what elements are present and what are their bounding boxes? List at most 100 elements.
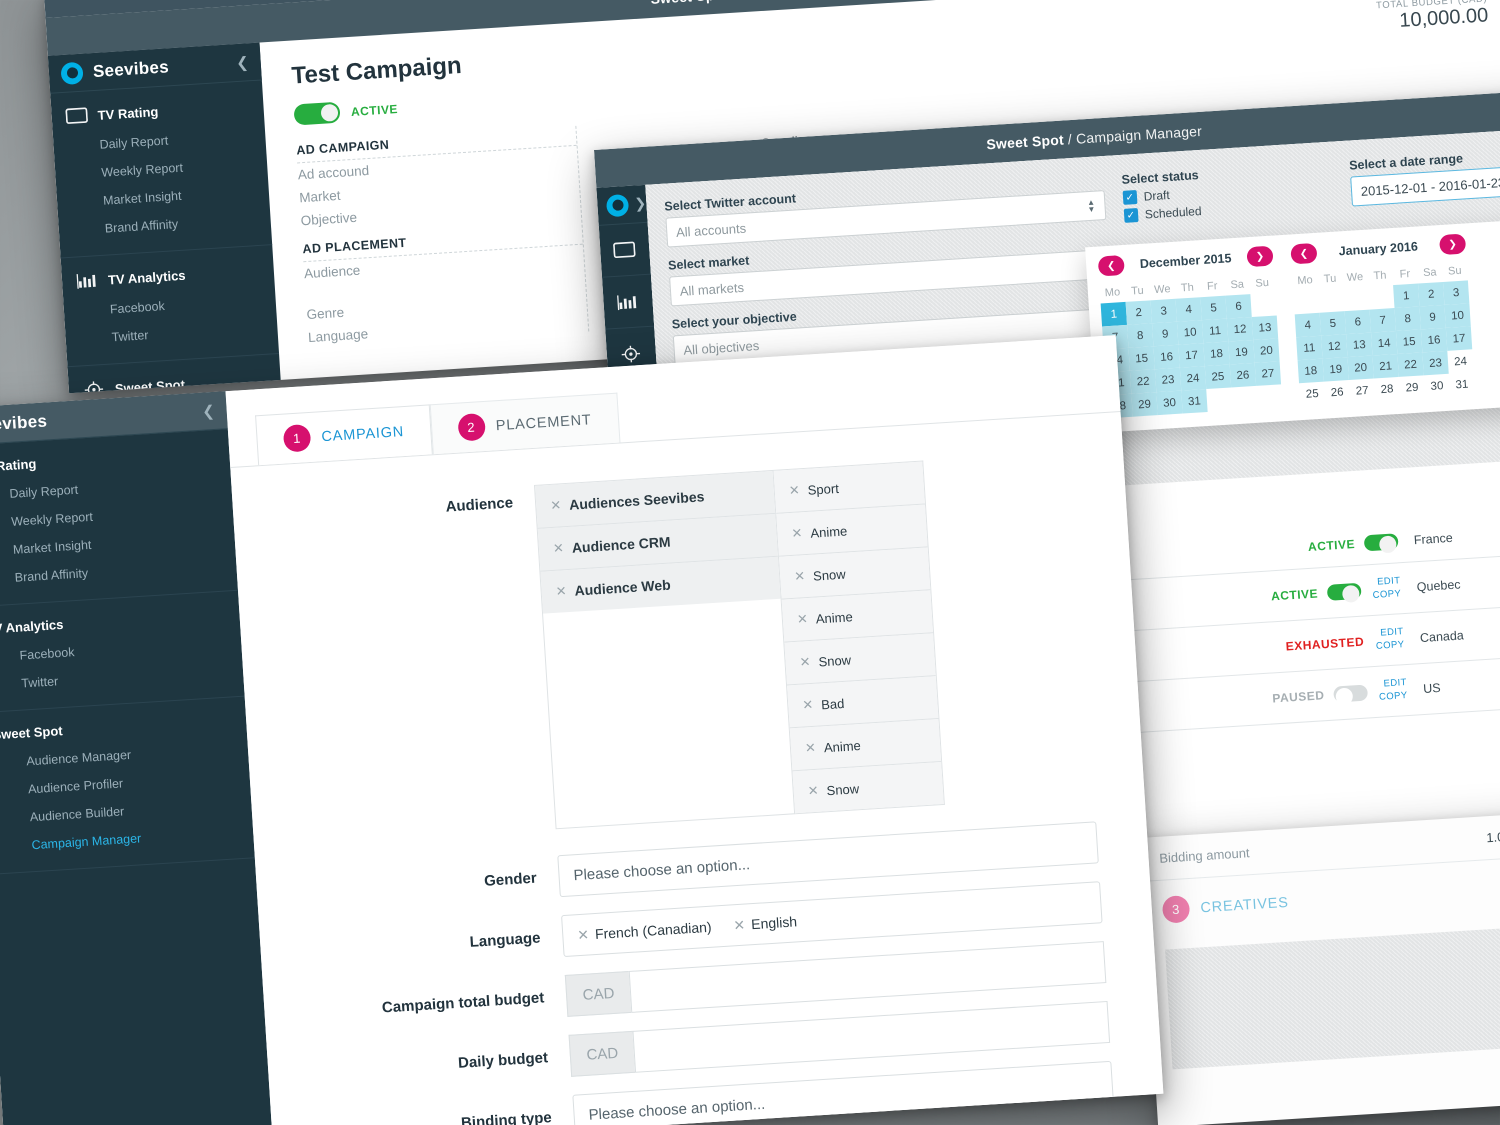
- x-icon[interactable]: ✕: [796, 611, 808, 628]
- calendar-day[interactable]: 6: [1344, 309, 1371, 335]
- calendar-grid[interactable]: Mo Tu We Th Fr Sa Su 1 2 3 4 5 6 8 9 10 …: [1099, 272, 1282, 419]
- x-icon[interactable]: ✕: [577, 926, 590, 944]
- calendar-day[interactable]: 1: [1393, 283, 1420, 309]
- x-icon[interactable]: ✕: [807, 783, 819, 800]
- audience-detail-list[interactable]: ✕ Sport ✕ Anime ✕ Snow ✕ Anime ✕ Snow ✕ …: [773, 460, 945, 815]
- calendar-day[interactable]: 8: [1127, 323, 1154, 348]
- sidebar-expanded[interactable]: Seevibes ❮ TV Rating Daily Report Weekly…: [47, 42, 283, 394]
- date-range-calendar-popup[interactable]: ❮ December 2015 ❯ Mo Tu We Th Fr Sa Su 1…: [1085, 214, 1500, 433]
- tab-creatives[interactable]: 3 CREATIVES: [1161, 873, 1500, 924]
- calendar-day[interactable]: 10: [1444, 303, 1471, 328]
- language-tag[interactable]: ✕ English: [733, 913, 798, 934]
- calendar-day[interactable]: 6: [1225, 294, 1252, 319]
- calendar-december-2015[interactable]: ❮ December 2015 ❯ Mo Tu We Th Fr Sa Su 1…: [1097, 245, 1283, 419]
- calendar-day[interactable]: 16: [1420, 327, 1448, 353]
- calendar-day[interactable]: 19: [1228, 339, 1255, 365]
- sidebar-group-title[interactable]: Sweet Spot: [68, 362, 282, 394]
- row-toggle[interactable]: [1363, 532, 1399, 551]
- x-icon[interactable]: ✕: [799, 654, 811, 671]
- calendar-day[interactable]: 26: [1229, 362, 1257, 388]
- calendar-prev-icon[interactable]: ❮: [1290, 242, 1318, 265]
- calendar-day[interactable]: 29: [1131, 392, 1158, 417]
- audience-chip-list[interactable]: ✕ Audiences Seevibes ✕ Audience CRM ✕ Au…: [533, 469, 796, 830]
- calendar-day[interactable]: 1: [1100, 301, 1128, 327]
- placement-summary-panel[interactable]: Bidding amount 1.00 CAD 3 CREATIVES: [1140, 811, 1500, 1125]
- calendar-day[interactable]: 27: [1254, 361, 1282, 386]
- calendar-day[interactable]: 5: [1319, 311, 1347, 336]
- campaign-total-budget-input[interactable]: [628, 941, 1107, 1013]
- calendar-day[interactable]: 12: [1226, 317, 1254, 342]
- calendar-day[interactable]: 24: [1179, 366, 1207, 391]
- calendar-day[interactable]: 12: [1321, 334, 1348, 359]
- x-icon[interactable]: ✕: [553, 540, 565, 557]
- calendar-day[interactable]: 16: [1153, 344, 1180, 370]
- x-icon[interactable]: ✕: [555, 583, 567, 600]
- calendar-day[interactable]: 20: [1347, 355, 1374, 381]
- audience-detail-item[interactable]: ✕ Snow: [792, 761, 944, 814]
- campaign-editor-window[interactable]: Seevibes ❮ TV Rating Daily Report Weekly…: [0, 335, 1164, 1125]
- sidebar-group-tv-rating: TV Rating Daily Report Weekly Report Mar…: [0, 429, 239, 608]
- calendar-day[interactable]: 22: [1129, 369, 1157, 394]
- calendar-day[interactable]: 25: [1204, 364, 1232, 390]
- rail-item-tv-rating[interactable]: [598, 222, 651, 278]
- collapse-sidebar-icon[interactable]: ❮: [236, 53, 250, 72]
- calendar-day[interactable]: 2: [1418, 281, 1445, 307]
- calendar-prev-icon[interactable]: ❮: [1097, 254, 1125, 277]
- collapse-sidebar-icon[interactable]: ❮: [202, 401, 216, 420]
- calendar-day[interactable]: 5: [1200, 295, 1227, 321]
- calendar-day[interactable]: 9: [1151, 321, 1179, 347]
- weekday: Tu: [1323, 272, 1337, 285]
- x-icon[interactable]: ✕: [802, 697, 814, 714]
- x-icon[interactable]: ✕: [550, 497, 562, 514]
- weekday: Fr: [1399, 267, 1411, 281]
- x-icon[interactable]: ✕: [788, 482, 800, 499]
- calendar-day[interactable]: 13: [1346, 332, 1373, 358]
- calendar-day[interactable]: 23: [1154, 367, 1182, 393]
- row-toggle[interactable]: [1332, 684, 1368, 703]
- calendar-day[interactable]: 10: [1176, 320, 1204, 345]
- calendar-day[interactable]: 17: [1445, 326, 1473, 351]
- language-tag[interactable]: ✕ French (Canadian): [577, 918, 712, 943]
- calendar-day[interactable]: 3: [1442, 280, 1470, 305]
- calendar-next-icon[interactable]: ❯: [1438, 233, 1467, 256]
- calendar-day[interactable]: 8: [1394, 306, 1421, 332]
- daily-budget-input[interactable]: [632, 1000, 1111, 1073]
- rail-item-tv-analytics[interactable]: [602, 274, 654, 330]
- calendar-day[interactable]: 30: [1156, 390, 1183, 416]
- x-icon[interactable]: ✕: [791, 525, 803, 542]
- calendar-day[interactable]: 22: [1397, 352, 1424, 377]
- x-icon[interactable]: ✕: [805, 740, 817, 757]
- calendar-day[interactable]: 9: [1419, 304, 1446, 330]
- calendar-day[interactable]: 4: [1294, 312, 1322, 338]
- calendar-day[interactable]: 20: [1253, 338, 1280, 363]
- calendar-day[interactable]: 23: [1422, 350, 1449, 376]
- calendar-day[interactable]: 18: [1297, 358, 1324, 384]
- row-copy-link[interactable]: COPY: [1367, 690, 1408, 705]
- row-copy-link[interactable]: COPY: [1361, 588, 1402, 603]
- calendar-day[interactable]: 17: [1178, 343, 1205, 368]
- row-toggle[interactable]: [1326, 582, 1362, 601]
- calendar-day[interactable]: 31: [1181, 389, 1208, 414]
- calendar-grid[interactable]: Mo Tu We Th Fr Sa Su 1 2 3 4 5 6 7 8 9 1…: [1292, 259, 1475, 406]
- calendar-day[interactable]: 19: [1322, 357, 1349, 382]
- calendar-day[interactable]: 15: [1128, 346, 1155, 371]
- calendar-january-2016[interactable]: ❮ January 2016 ❯ Mo Tu We Th Fr Sa Su 1 …: [1290, 233, 1475, 406]
- calendar-day[interactable]: 2: [1125, 300, 1152, 325]
- calendar-day[interactable]: 11: [1201, 318, 1229, 344]
- calendar-day[interactable]: 11: [1296, 335, 1323, 361]
- calendar-day[interactable]: 4: [1175, 297, 1202, 322]
- campaign-active-toggle[interactable]: [293, 101, 341, 126]
- expand-sidebar-icon[interactable]: ❯: [634, 195, 647, 213]
- x-icon[interactable]: ✕: [733, 916, 746, 934]
- calendar-day[interactable]: 13: [1251, 315, 1279, 340]
- calendar-day: 28: [1380, 382, 1394, 396]
- calendar-day[interactable]: 3: [1150, 298, 1177, 324]
- calendar-day[interactable]: 21: [1372, 353, 1399, 379]
- calendar-day[interactable]: 7: [1369, 308, 1396, 333]
- calendar-next-icon[interactable]: ❯: [1246, 245, 1274, 268]
- calendar-day[interactable]: 15: [1395, 329, 1423, 354]
- calendar-day[interactable]: 18: [1203, 341, 1230, 367]
- calendar-day[interactable]: 14: [1370, 331, 1398, 356]
- x-icon[interactable]: ✕: [794, 568, 806, 585]
- row-copy-link[interactable]: COPY: [1364, 639, 1405, 654]
